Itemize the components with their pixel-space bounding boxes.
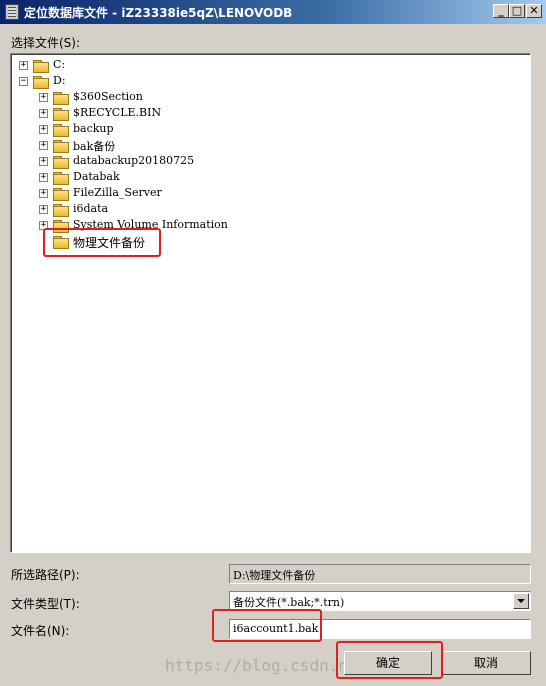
highlight-box bbox=[336, 641, 443, 679]
database-icon bbox=[5, 4, 19, 20]
folder-icon bbox=[53, 108, 69, 121]
folder-icon bbox=[53, 204, 69, 217]
expand-icon[interactable]: + bbox=[39, 173, 48, 182]
tree-node-label: $360Section bbox=[73, 90, 143, 103]
collapse-icon[interactable]: − bbox=[19, 77, 28, 86]
title-bar: 定位数据库文件 - iZ23338ie5qZ\LENOVODB _ □ ✕ bbox=[0, 0, 546, 24]
folder-icon bbox=[53, 92, 69, 105]
folder-tree[interactable]: + C: − D: + $360Section + $RECYCLE.BIN +… bbox=[10, 53, 531, 553]
folder-icon bbox=[53, 156, 69, 169]
tree-node-label: Databak bbox=[73, 170, 120, 183]
close-button[interactable]: ✕ bbox=[526, 4, 542, 18]
expand-icon[interactable]: + bbox=[39, 125, 48, 134]
highlight-box bbox=[212, 609, 322, 642]
tree-node-label: databackup20180725 bbox=[73, 154, 195, 167]
maximize-button[interactable]: □ bbox=[509, 4, 525, 18]
expand-icon[interactable]: + bbox=[19, 61, 28, 70]
folder-icon bbox=[53, 188, 69, 201]
chevron-down-icon bbox=[517, 599, 525, 603]
expand-icon[interactable]: + bbox=[39, 141, 48, 150]
expand-icon[interactable]: + bbox=[39, 189, 48, 198]
expand-icon[interactable]: + bbox=[39, 205, 48, 214]
tree-node-label: bak备份 bbox=[73, 140, 116, 153]
tree-node-label: $RECYCLE.BIN bbox=[73, 106, 162, 119]
highlight-box bbox=[43, 228, 161, 257]
tree-node-label: FileZilla_Server bbox=[73, 186, 162, 199]
file-type-value: 备份文件(*.bak;*.trn) bbox=[233, 596, 345, 609]
folder-icon bbox=[53, 140, 69, 153]
file-type-select[interactable]: 备份文件(*.bak;*.trn) bbox=[229, 591, 531, 611]
file-name-label: 文件名(N): bbox=[11, 624, 70, 638]
file-type-label: 文件类型(T): bbox=[11, 597, 80, 611]
tree-node-label: backup bbox=[73, 122, 114, 135]
folder-icon bbox=[33, 76, 49, 89]
expand-icon[interactable]: + bbox=[39, 93, 48, 102]
expand-icon[interactable]: + bbox=[39, 157, 48, 166]
folder-icon bbox=[53, 172, 69, 185]
tree-node-label: i6data bbox=[73, 202, 109, 215]
path-field: D:\物理文件备份 bbox=[229, 564, 531, 584]
folder-icon bbox=[33, 60, 49, 73]
expand-icon[interactable]: + bbox=[39, 109, 48, 118]
path-label: 所选路径(P): bbox=[11, 568, 80, 582]
dropdown-button[interactable] bbox=[513, 593, 529, 609]
tree-node-label: C: bbox=[53, 58, 66, 71]
folder-icon bbox=[53, 124, 69, 137]
minimize-button[interactable]: _ bbox=[493, 4, 509, 18]
cancel-button[interactable]: 取消 bbox=[441, 651, 531, 675]
tree-node-label: D: bbox=[53, 74, 66, 87]
window-title: 定位数据库文件 - iZ23338ie5qZ\LENOVODB bbox=[24, 6, 293, 20]
select-file-label: 选择文件(S): bbox=[11, 36, 81, 50]
